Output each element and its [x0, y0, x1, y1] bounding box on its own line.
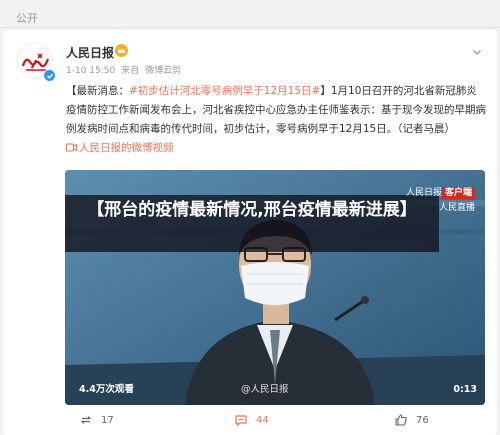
post-source[interactable]: 微博云剪 [145, 66, 181, 76]
video-link-icon [66, 143, 77, 152]
like-icon [395, 414, 407, 426]
view-count: 4.4万次观看 [79, 384, 134, 395]
post-card: 人民日报 1-10 15:50 来自 微博云剪 【最新消息：#初步估计河北零号病例早… [3, 30, 497, 435]
video-title-banner: 【邢台的疫情最新情况,邢台疫情最新进展】 [65, 195, 439, 252]
post-meta: 1-10 15:50 来自 微博云剪 [66, 63, 187, 76]
verified-icon [43, 69, 56, 82]
source-prefix: 来自 [121, 66, 140, 76]
chevron-down-icon[interactable] [471, 46, 483, 58]
section-label: 公开 [16, 12, 38, 25]
author-name[interactable]: 人民日报 [66, 44, 114, 61]
like-count: 76 [416, 414, 429, 426]
crown-badge-icon [115, 44, 128, 57]
video-duration: 0:13 [453, 384, 477, 395]
comment-count: 44 [256, 414, 269, 426]
topic-link[interactable]: #初步估计河北零号病例早于12月15日# [129, 85, 320, 97]
action-bar: 17 44 76 [3, 407, 497, 433]
post-time[interactable]: 1-10 15:50 [66, 66, 115, 76]
comment-icon [235, 415, 247, 427]
comment-button[interactable]: 44 [234, 412, 269, 428]
video-link[interactable]: 人民日报的微博视频 [66, 142, 174, 154]
video-brand-name: 人民日报 [405, 188, 442, 198]
post-text: 【最新消息：#初步估计河北零号病例早于12月15日#】1月10日召开的河北省新冠… [66, 82, 486, 158]
repost-count: 17 [101, 414, 114, 426]
text-prefix: 【最新消息： [66, 85, 129, 97]
like-button[interactable]: 76 [394, 412, 429, 428]
repost-icon [80, 416, 92, 424]
video-player[interactable]: 【邢台的疫情最新情况,邢台疫情最新进展】 人民日报 客户端 人民直播 4.4万次观… [65, 170, 485, 405]
repost-button[interactable]: 17 [79, 412, 114, 428]
video-brand-sub: 人民直播 [438, 203, 475, 213]
divider [0, 27, 500, 28]
video-watermark: @人民日报 [241, 384, 289, 395]
video-brand: 人民日报 客户端 人民直播 [406, 186, 475, 215]
video-brand-tag: 客户端 [441, 187, 475, 199]
video-link-label: 人民日报的微博视频 [79, 142, 174, 154]
